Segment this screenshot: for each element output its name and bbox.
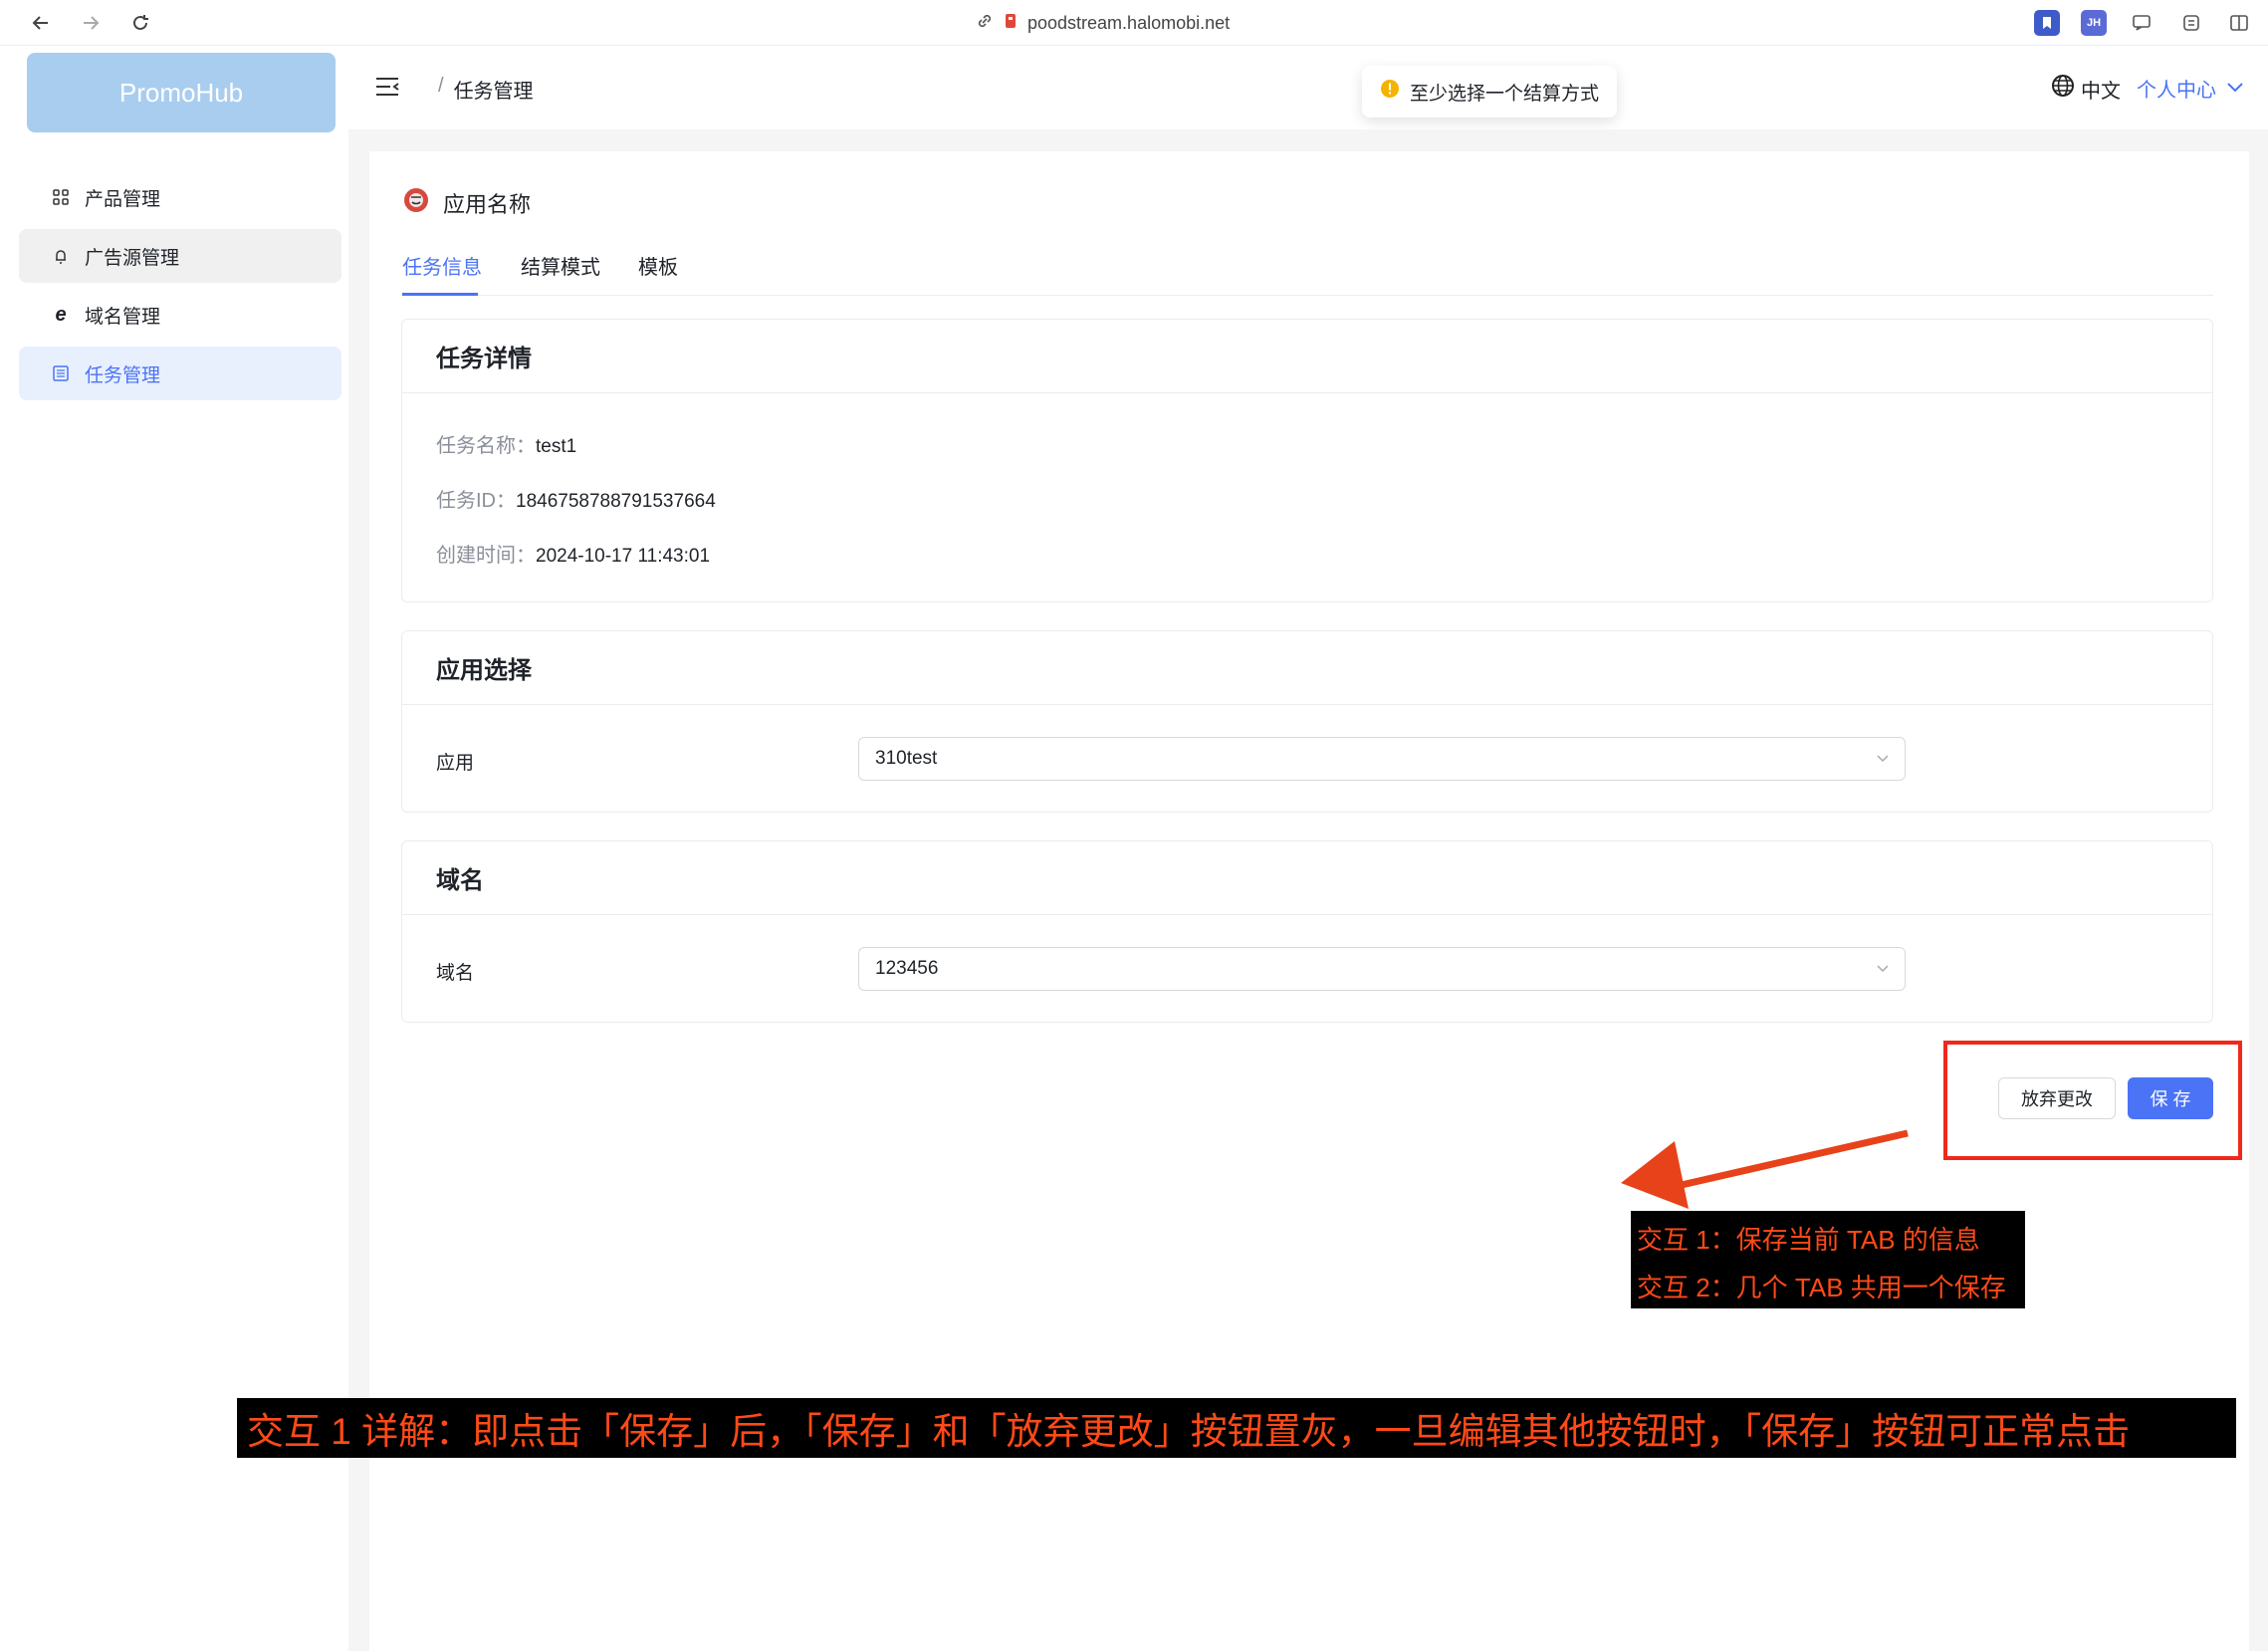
annotation-note-1: 交互 1：保存当前 TAB 的信息 (1637, 1225, 1980, 1255)
forward-icon[interactable] (76, 8, 106, 38)
annotation-note-box: 交互 1：保存当前 TAB 的信息 交互 2：几个 TAB 共用一个保存 (1631, 1211, 2025, 1308)
brand-name: PromoHub (118, 77, 244, 108)
link-icon (976, 12, 994, 35)
site-icon (1004, 12, 1018, 35)
top-header: / 任务管理 至少选择一个结算方式 中文 个人中心 (348, 46, 2268, 129)
created-time-row: 创建时间： 2024-10-17 11:43:01 (436, 539, 710, 568)
app-select[interactable]: 310test (858, 737, 1906, 781)
language-label: 中文 (2081, 80, 2121, 103)
extension-bookmark-icon[interactable] (2034, 10, 2060, 36)
url-text: poodstream.halomobi.net (1027, 12, 1231, 33)
back-icon[interactable] (26, 8, 56, 38)
sidebar-item-label: 产品管理 (85, 188, 161, 210)
chevron-down-icon (1875, 751, 1891, 773)
user-center-menu[interactable]: 个人中心 (2137, 74, 2244, 103)
task-id-row: 任务ID： 1846758788791537664 (436, 484, 716, 513)
tab-label: 模板 (638, 257, 678, 279)
browser-toolbar: poodstream.halomobi.net JH (0, 0, 2268, 46)
tab-settlement-mode[interactable]: 结算模式 (521, 251, 600, 280)
brand-logo[interactable]: PromoHub (27, 53, 336, 132)
app-field-label: 应用 (436, 753, 475, 774)
sidebar-item-label: 域名管理 (85, 306, 161, 328)
bell-icon (51, 246, 71, 266)
annotation-note-2: 交互 2：几个 TAB 共用一个保存 (1637, 1273, 2006, 1302)
app-title-row: 应用名称 (403, 187, 531, 219)
chevron-down-icon (1875, 961, 1891, 983)
app-avatar-icon (403, 187, 429, 219)
app-select-section: 应用选择 应用 310test (401, 630, 2213, 813)
ie-icon: e (55, 303, 67, 326)
toast-warning: 至少选择一个结算方式 (1362, 66, 1618, 118)
app-title: 应用名称 (443, 192, 532, 217)
language-switcher[interactable]: 中文 (2051, 74, 2121, 104)
sidebar-item-label: 任务管理 (85, 364, 161, 386)
annotation-detail-banner: 交互 1 详解：即点击「保存」后，「保存」和「放弃更改」按钮置灰，一旦编辑其他按… (237, 1398, 2236, 1458)
breadcrumb-separator: / (438, 75, 444, 97)
sidebar-item-ad-sources[interactable]: 广告源管理 (19, 229, 341, 283)
chevron-down-icon (2226, 77, 2244, 100)
reload-icon[interactable] (125, 8, 155, 38)
discard-changes-button[interactable]: 放弃更改 (1998, 1077, 2116, 1119)
section-title: 应用选择 (402, 631, 2212, 705)
tab-label: 任务信息 (402, 257, 482, 279)
toast-message: 至少选择一个结算方式 (1410, 83, 1600, 105)
sidebar-toggle-icon[interactable] (2226, 10, 2252, 36)
section-title-text: 应用选择 (436, 657, 532, 684)
domain-select-value: 123456 (875, 958, 939, 979)
section-title: 任务详情 (402, 320, 2212, 393)
sidebar-item-domains[interactable]: e 域名管理 (19, 288, 341, 342)
tab-label: 结算模式 (521, 257, 600, 279)
section-title: 域名 (402, 841, 2212, 915)
address-bar[interactable]: poodstream.halomobi.net (976, 10, 1230, 36)
extension-jh-icon[interactable]: JH (2081, 10, 2107, 36)
task-name-label: 任务名称： (436, 435, 536, 457)
domain-section: 域名 域名 123456 (401, 840, 2213, 1023)
domain-field-label: 域名 (436, 963, 475, 984)
task-name-row: 任务名称： test1 (436, 429, 576, 458)
sidebar-item-tasks[interactable]: 任务管理 (19, 347, 341, 400)
tab-template[interactable]: 模板 (638, 251, 678, 280)
save-button[interactable]: 保 存 (2128, 1077, 2213, 1119)
task-id-value: 1846758788791537664 (516, 491, 716, 512)
tab-active-indicator (402, 293, 478, 296)
extension-note-icon[interactable] (2178, 10, 2204, 36)
annotation-detail-text: 交互 1 详解：即点击「保存」后，「保存」和「放弃更改」按钮置灰，一旦编辑其他按… (247, 1411, 2131, 1452)
section-title-text: 域名 (436, 867, 484, 894)
created-time-label: 创建时间： (436, 545, 536, 567)
annotation-arrow (1621, 1129, 1909, 1209)
discard-label: 放弃更改 (2021, 1089, 2093, 1109)
tab-task-info[interactable]: 任务信息 (402, 251, 482, 280)
extension-chat-icon[interactable] (2129, 10, 2155, 36)
domain-select[interactable]: 123456 (858, 947, 1906, 991)
grid-icon (51, 187, 71, 207)
created-time-value: 2024-10-17 11:43:01 (536, 546, 711, 567)
warning-icon (1380, 79, 1400, 105)
tabs-divider (401, 295, 2213, 296)
sidebar-item-label: 广告源管理 (85, 247, 180, 269)
breadcrumb: / 任务管理 (438, 75, 534, 104)
task-name-value: test1 (536, 436, 577, 457)
list-icon (51, 363, 71, 383)
task-id-label: 任务ID： (436, 490, 516, 512)
user-center-label: 个人中心 (2137, 80, 2216, 102)
menu-collapse-icon[interactable] (374, 76, 400, 103)
task-details-section: 任务详情 任务名称： test1 任务ID： 18467587887915376… (401, 319, 2213, 602)
save-label: 保 存 (2150, 1089, 2191, 1109)
sidebar-item-products[interactable]: 产品管理 (19, 170, 341, 224)
breadcrumb-current[interactable]: 任务管理 (454, 75, 534, 104)
section-title-text: 任务详情 (436, 346, 532, 372)
globe-icon (2051, 74, 2075, 104)
app-select-value: 310test (875, 748, 938, 769)
